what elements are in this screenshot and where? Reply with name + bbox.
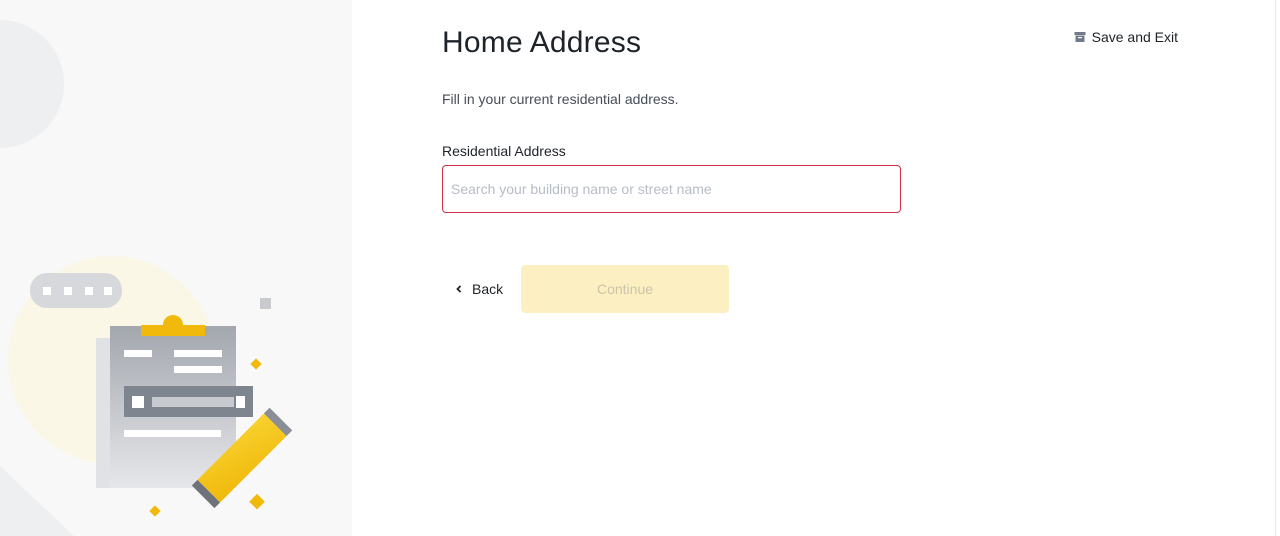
back-button-label: Back [472,281,504,297]
page-subtitle: Fill in your current residential address… [442,91,679,107]
back-button[interactable]: Back [454,265,503,313]
chevron-left-icon [456,285,462,293]
save-and-exit-label: Save and Exit [1091,29,1178,45]
archive-box-icon [1074,32,1086,42]
continue-button[interactable]: Continue [521,265,729,313]
page-title: Home Address [442,26,642,59]
save-and-exit-button[interactable]: Save and Exit [1074,29,1178,45]
illustration-panel [0,0,352,536]
residential-address-input[interactable] [442,165,901,213]
residential-address-label: Residential Address [442,143,566,159]
scrollbar-track[interactable] [1275,0,1276,536]
page-root: Home Address Fill in your current reside… [0,0,1280,536]
main-content: Home Address Fill in your current reside… [442,0,1202,536]
clipboard-illustration [0,20,293,536]
